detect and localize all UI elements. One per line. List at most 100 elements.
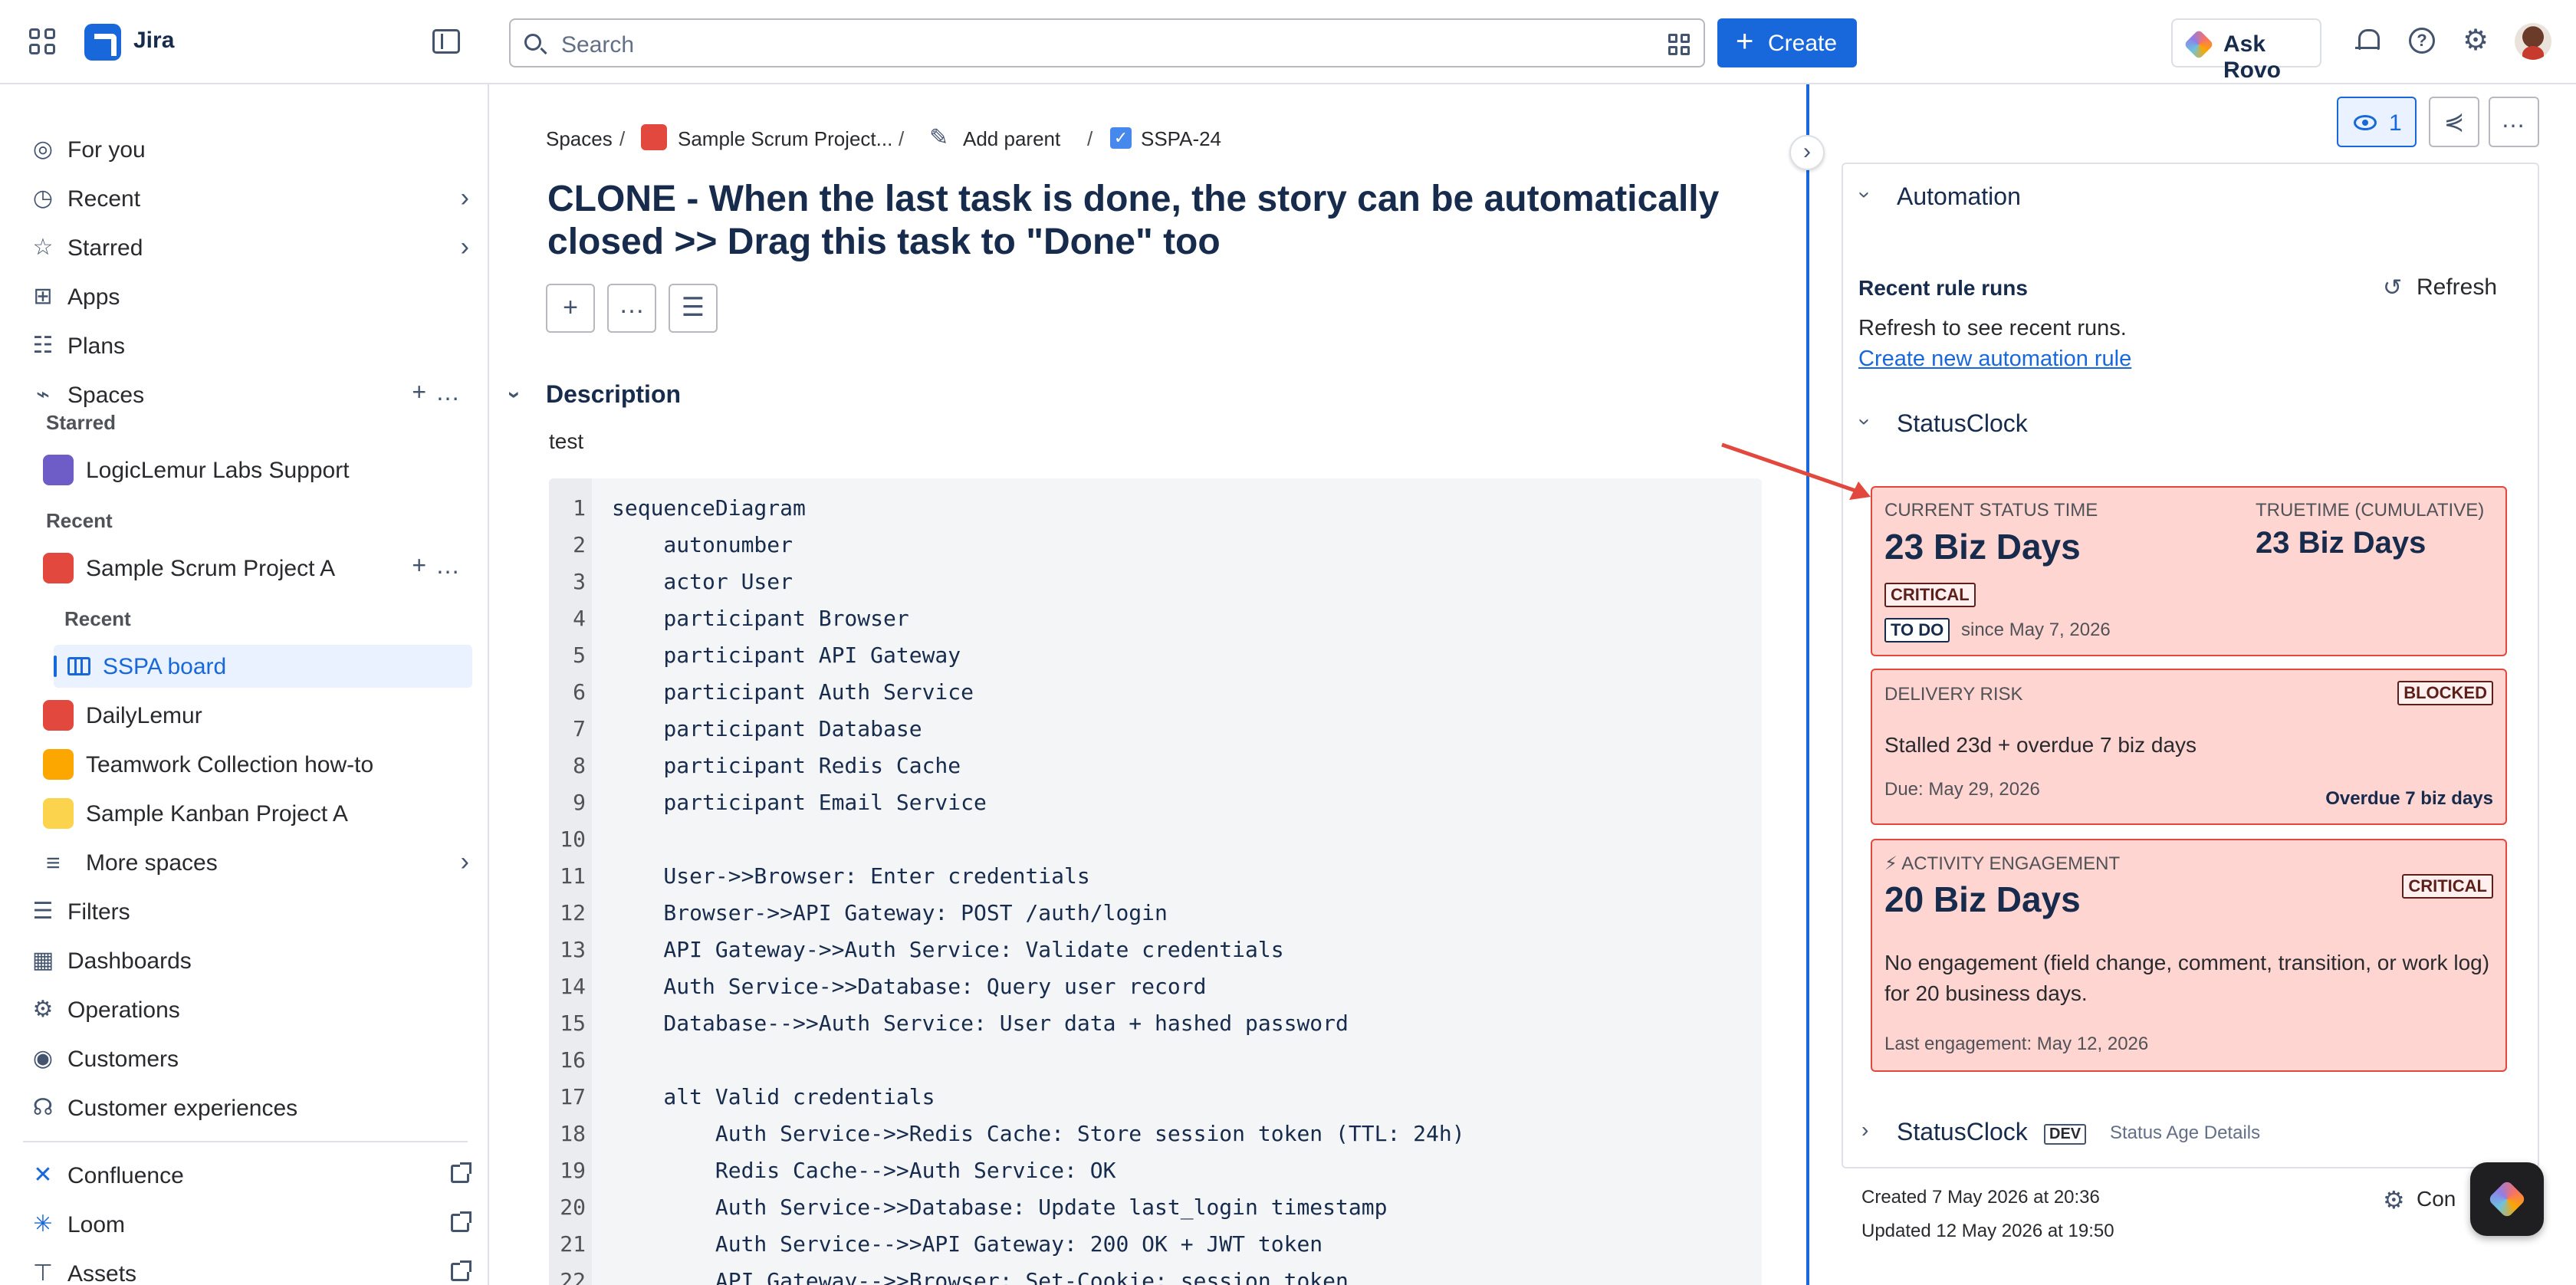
recent-project-item[interactable]: Sample Scrum Project A +…	[28, 547, 472, 590]
refresh-hint-text: Refresh to see recent runs.	[1858, 316, 2127, 340]
sidebar-item-customers[interactable]: ◉ Customers	[28, 1037, 472, 1080]
code-text: autonumber	[612, 532, 794, 557]
settings-gear-icon[interactable]: ⚙	[2463, 26, 2489, 55]
jira-logo-icon[interactable]	[84, 24, 121, 61]
search-icon	[524, 34, 541, 51]
delivery-risk-card[interactable]: DELIVERY RISK BLOCKED Stalled 23d + over…	[1871, 669, 2507, 825]
operations-icon: ⚙	[32, 997, 54, 1022]
more-spaces-label: More spaces	[86, 850, 218, 876]
line-number: 11	[560, 863, 586, 889]
sidebar-item-operations[interactable]: ⚙ Operations	[28, 988, 472, 1031]
apps-icon: ⊞	[33, 284, 53, 309]
create-automation-rule-link[interactable]: Create new automation rule	[1858, 347, 2131, 372]
code-line: 3 actor User	[549, 569, 1762, 606]
sidebar-item-label: Customers	[67, 1047, 179, 1072]
dashboard-icon: ▦	[31, 948, 54, 973]
project-item-dailylemur[interactable]: DailyLemur	[28, 694, 472, 737]
sidebar-item-sspa-board[interactable]: SSPA board	[54, 645, 472, 688]
sidebar-item-spaces[interactable]: ⌁ Spaces +…	[28, 373, 472, 416]
due-date: Due: May 29, 2026	[1884, 779, 2040, 800]
more-spaces-item[interactable]: ≡ More spaces ›	[28, 841, 472, 884]
loom-icon: ✳	[33, 1211, 53, 1237]
more-options-button[interactable]: …	[2489, 97, 2539, 147]
starred-project-item[interactable]: LogicLemur Labs Support	[28, 449, 472, 491]
top-navigation: Jira Search + Create Ask Rovo ? ⚙	[0, 0, 2576, 84]
sidebar-item-assets[interactable]: ⊤ Assets	[28, 1252, 472, 1285]
line-number: 22	[560, 1268, 586, 1285]
sidebar-item-customer-experiences[interactable]: ☊ Customer experiences	[28, 1086, 472, 1129]
code-text: Auth Service->>Redis Cache: Store sessio…	[612, 1121, 1465, 1146]
critical-badge: CRITICAL	[2402, 874, 2493, 899]
watch-button[interactable]: 1	[2337, 97, 2417, 147]
sidebar-item-recent[interactable]: ◷ Recent ›	[28, 177, 472, 220]
description-text[interactable]: test	[549, 429, 583, 454]
project-item-teamwork[interactable]: Teamwork Collection how-to	[28, 743, 472, 786]
activity-engagement-card[interactable]: ⚡ ACTIVITY ENGAGEMENT 20 Biz Days CRITIC…	[1871, 839, 2507, 1072]
list-icon: ≡	[46, 849, 61, 876]
notifications-bell-icon[interactable]	[2355, 28, 2380, 54]
line-number: 1	[573, 495, 586, 521]
ask-rovo-button[interactable]: Ask Rovo	[2171, 18, 2321, 83]
app-name[interactable]: Jira	[133, 28, 174, 54]
expand-panel-chevron-icon[interactable]: ›	[1789, 135, 1825, 170]
sidebar-item-for-you[interactable]: ◎ For you	[28, 128, 472, 171]
user-avatar[interactable]	[2515, 23, 2551, 60]
code-line: 2 autonumber	[549, 532, 1762, 569]
rovo-chat-button[interactable]	[2470, 1162, 2544, 1236]
sidebar-item-confluence[interactable]: ✕ Confluence	[28, 1154, 472, 1197]
panel-resize-divider[interactable]	[1806, 84, 1809, 1285]
sidebar-item-plans[interactable]: ☷ Plans	[28, 324, 472, 367]
project-avatar-icon	[43, 749, 74, 780]
card-value: 20 Biz Days	[1884, 879, 2081, 919]
help-icon[interactable]: ?	[2409, 28, 2435, 54]
breadcrumb-project[interactable]: Sample Scrum Project...	[678, 127, 892, 151]
card-label: DELIVERY RISK	[1884, 684, 2023, 705]
more-actions-button[interactable]: …	[607, 284, 656, 333]
breadcrumb-separator: /	[619, 127, 626, 150]
sidebar-collapse-icon[interactable]	[432, 29, 460, 54]
chevron-right-icon: ›	[460, 847, 469, 876]
sidebar-item-starred[interactable]: ☆ Starred ›	[28, 226, 472, 269]
sidebar-item-dashboards[interactable]: ▦ Dashboards	[28, 939, 472, 982]
create-button[interactable]: + Create	[1717, 18, 1857, 67]
search-input[interactable]: Search	[509, 18, 1705, 67]
project-name: DailyLemur	[86, 703, 202, 728]
sidebar-item-loom[interactable]: ✳ Loom	[28, 1203, 472, 1246]
sidebar-item-label: Spaces	[67, 383, 145, 408]
project-avatar-icon	[43, 798, 74, 829]
refresh-icon: ↺	[2383, 275, 2403, 301]
breadcrumb-spaces[interactable]: Spaces	[546, 127, 613, 151]
critical-badge: CRITICAL	[1884, 583, 1976, 607]
child-issues-icon[interactable]: ☰	[669, 284, 718, 333]
code-line: 20 Auth Service->>Database: Update last_…	[549, 1195, 1762, 1231]
sidebar-item-label: Customer experiences	[67, 1096, 298, 1121]
sidebar-divider	[23, 1141, 468, 1142]
app-switcher-icon[interactable]	[29, 28, 55, 54]
share-button[interactable]: ⋞	[2429, 97, 2479, 147]
project-item-kanban[interactable]: Sample Kanban Project A	[28, 792, 472, 835]
sidebar-item-filters[interactable]: ☰ Filters	[28, 890, 472, 933]
project-recent-heading: Recent	[64, 607, 131, 630]
risk-text: Stalled 23d + overdue 7 biz days	[1884, 733, 2197, 757]
sidebar-item-apps[interactable]: ⊞ Apps	[28, 275, 472, 318]
issue-title[interactable]: CLONE - When the last task is done, the …	[547, 178, 1728, 264]
chevron-right-icon[interactable]: ›	[461, 232, 469, 262]
code-text: sequenceDiagram	[612, 495, 806, 521]
spaces-actions[interactable]: +…	[412, 378, 469, 406]
headset-icon: ☊	[32, 1095, 54, 1120]
ask-rovo-label: Ask Rovo	[2223, 31, 2281, 83]
search-options-icon[interactable]	[1668, 34, 1690, 55]
code-line: 11 User->>Browser: Enter credentials	[549, 863, 1762, 900]
engagement-text: No engagement (field change, comment, tr…	[1884, 951, 2490, 1005]
code-block[interactable]: 1 sequenceDiagram 2 autonumber 3 actor User…	[549, 478, 1762, 1285]
line-number: 5	[573, 642, 586, 668]
current-status-time-card[interactable]: CURRENT STATUS TIME 23 Biz Days TRUETIME…	[1871, 486, 2507, 656]
chevron-right-icon[interactable]: ›	[461, 183, 469, 213]
add-button[interactable]: +	[546, 284, 595, 333]
breadcrumb-issue-key[interactable]: SSPA-24	[1141, 127, 1221, 151]
sidebar-item-label: Plans	[67, 334, 126, 359]
project-actions[interactable]: +…	[412, 551, 469, 580]
code-line: 10	[549, 827, 1762, 863]
breadcrumb-add-parent[interactable]: Add parent	[963, 127, 1060, 151]
line-number: 13	[560, 937, 586, 962]
